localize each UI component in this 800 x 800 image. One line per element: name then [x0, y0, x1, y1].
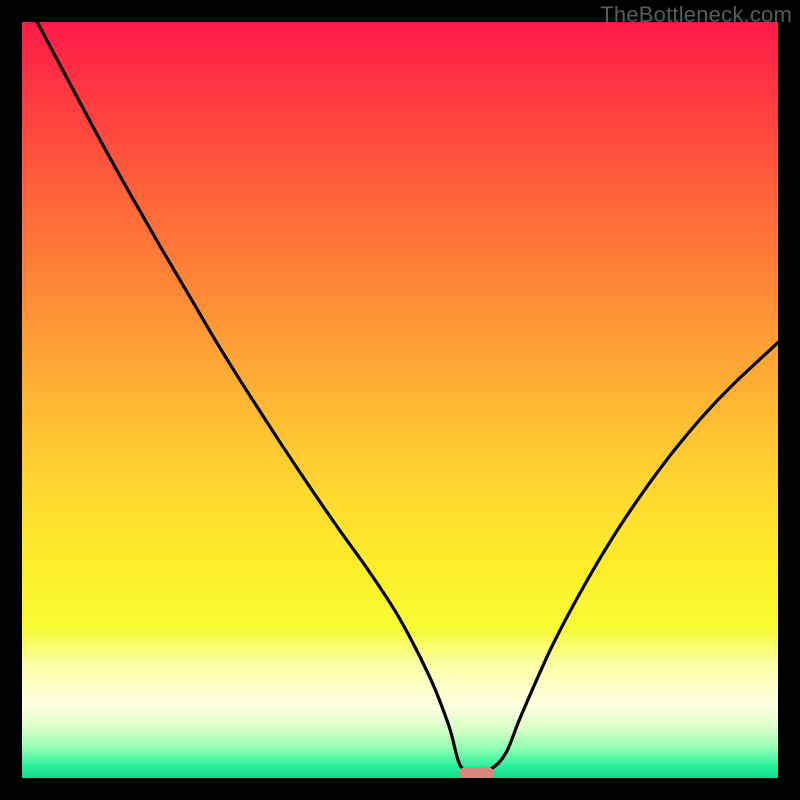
chart-frame: TheBottleneck.com	[0, 0, 800, 800]
plot-area	[22, 22, 778, 778]
watermark-text: TheBottleneck.com	[600, 2, 792, 28]
optimal-marker	[459, 767, 494, 778]
gradient-background	[22, 22, 778, 778]
